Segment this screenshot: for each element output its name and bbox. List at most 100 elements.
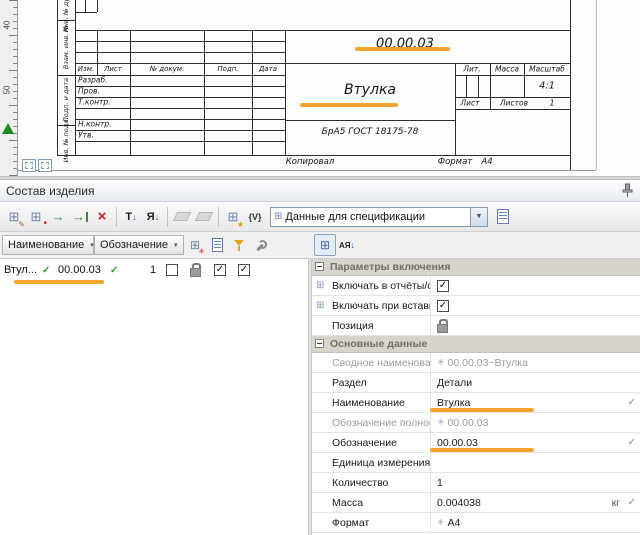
report-button[interactable]: ⊞ ★: [222, 206, 244, 228]
check-icon: ✓: [42, 265, 51, 276]
star-icon: ★: [236, 219, 244, 229]
prop-row-summary-name[interactable]: Сводное наименование ✳00.00.03~Втулка: [312, 353, 640, 373]
prop-value[interactable]: 1: [430, 473, 640, 492]
section-title: Основные данные: [330, 338, 428, 350]
minus-icon: [317, 266, 322, 267]
filter-button[interactable]: [228, 234, 250, 256]
document-lines-icon: [499, 212, 507, 220]
prop-row-include-reports[interactable]: ⊞ Включать в отчёты/с ✓: [312, 276, 640, 296]
prop-row-mass[interactable]: Масса 0.004038 кг ✓: [312, 493, 640, 513]
prop-value-text: 00.00.03: [447, 416, 489, 429]
categorized-view-button[interactable]: ⊞: [314, 234, 336, 256]
annotation-underline: [430, 408, 534, 412]
check-icon: ✓: [110, 265, 119, 276]
alphabetical-sort-button[interactable]: АЯ ↓: [336, 234, 358, 256]
column-header-name[interactable]: Наименование ▾: [2, 235, 94, 255]
frame-line: [75, 41, 285, 42]
role-tkontr: Т.контр.: [78, 97, 111, 107]
properties-grid[interactable]: Параметры включения ⊞ Включать в отчёты/…: [312, 259, 640, 535]
prop-row-name[interactable]: Наименование Втулка ✓: [312, 393, 640, 413]
prop-row-section[interactable]: Раздел Детали: [312, 373, 640, 393]
eraser-button[interactable]: [171, 206, 193, 228]
prop-value[interactable]: Детали: [430, 373, 640, 392]
section-title: Параметры включения: [330, 261, 451, 273]
layout-mode-button[interactable]: [22, 159, 36, 172]
transfer-object-button[interactable]: →: [69, 206, 91, 228]
check-icon: ✓: [627, 437, 636, 448]
prop-row-quantity[interactable]: Количество 1: [312, 473, 640, 493]
composition-list[interactable]: Втул... ✓ 00.00.03 ✓ 1 ✓ ✓: [0, 259, 308, 535]
prop-row-designation-full[interactable]: Обозначение полное ✳ 00.00.03: [312, 413, 640, 433]
check-icon: ✓: [239, 264, 249, 275]
checkbox-unchecked[interactable]: [166, 264, 178, 276]
prop-label: Наименование: [332, 396, 405, 409]
sort-down-button[interactable]: Я ↓: [142, 206, 164, 228]
titleblock-part-name[interactable]: Втулка: [344, 82, 396, 98]
settings-button[interactable]: [250, 234, 272, 256]
spec-data-combobox[interactable]: ⊞ Данные для спецификации ▼: [270, 206, 488, 227]
ruler-label: 50: [2, 85, 12, 95]
drawing-viewport[interactable]: 00.00.03 Втулка БрА5 ГОСТ 18175-78 4:1 И…: [0, 0, 640, 176]
footer-kopiroval: Копировал: [285, 157, 335, 167]
collapse-icon[interactable]: [315, 339, 324, 348]
prop-row-position[interactable]: Позиция: [312, 316, 640, 336]
sort-letter-icon: Т: [125, 210, 133, 223]
row-quantity: 1: [150, 264, 157, 276]
add-object-button[interactable]: ⊞ ✎: [3, 206, 25, 228]
check-icon: ✓: [215, 264, 225, 275]
props-section-main[interactable]: Основные данные: [312, 336, 640, 353]
copy-object-button[interactable]: →: [47, 206, 69, 228]
hdr-lit: Лит.: [463, 64, 481, 74]
pin-icon[interactable]: [620, 183, 634, 199]
row-designation: 00.00.03: [58, 264, 101, 276]
annotation-underline: [14, 280, 104, 284]
props-section-inclusion[interactable]: Параметры включения: [312, 259, 640, 276]
prop-row-unit[interactable]: Единица измерения: [312, 453, 640, 473]
layout-mode-button[interactable]: [38, 159, 52, 172]
prop-label: Масса: [332, 496, 364, 509]
column-header-designation[interactable]: Обозначение ▾: [94, 235, 184, 255]
frame-line: [85, 0, 86, 12]
default-snowflake-icon: ✳: [437, 517, 445, 527]
titleblock-material[interactable]: БрА5 ГОСТ 18175-78: [322, 127, 419, 137]
frame-line: [75, 86, 285, 87]
chevron-down-icon[interactable]: ▼: [470, 207, 487, 226]
grid-icon: ⊞: [274, 211, 283, 222]
delete-object-button[interactable]: ×: [91, 206, 113, 228]
prop-row-include-insert[interactable]: ⊞ Включать при вставк ✓: [312, 296, 640, 316]
prop-value[interactable]: [430, 453, 640, 472]
lbl-list: Лист: [460, 98, 480, 108]
document-button[interactable]: [206, 234, 228, 256]
prop-row-designation[interactable]: Обозначение 00.00.03 ✓: [312, 433, 640, 453]
frame-line: [75, 141, 285, 142]
default-snowflake-icon: ✳: [437, 357, 445, 367]
prop-value[interactable]: ✓: [430, 276, 640, 295]
frame-line: [204, 30, 205, 155]
filter-icon: [234, 239, 244, 251]
prop-value[interactable]: [430, 316, 640, 335]
bar-icon: [86, 211, 88, 222]
arrow-bar-icon: →: [72, 209, 85, 224]
prop-label: Обозначение: [332, 436, 397, 449]
collapse-icon[interactable]: [315, 262, 324, 271]
grid-icon: ⊞: [30, 209, 42, 224]
layout-icon: [25, 162, 33, 169]
sort-up-button[interactable]: Т ↓: [120, 206, 142, 228]
prop-value[interactable]: ✳ А4: [430, 513, 640, 532]
prop-value[interactable]: 0.004038: [430, 493, 640, 512]
prop-row-format[interactable]: Формат ✳ А4: [312, 513, 640, 533]
column-header-label: Обозначение: [100, 239, 169, 251]
frame-line: [466, 75, 467, 97]
role-nkontr: Н.контр.: [78, 119, 112, 129]
variables-button[interactable]: {V}: [244, 206, 266, 228]
spec-settings-button[interactable]: [492, 206, 514, 228]
checkbox-checked[interactable]: ✓: [437, 299, 449, 312]
checkbox-checked[interactable]: ✓: [214, 264, 226, 276]
checkbox-checked[interactable]: ✓: [437, 279, 449, 292]
checkbox-checked[interactable]: ✓: [238, 264, 250, 276]
prop-value[interactable]: ✓: [430, 296, 640, 315]
eraser-all-button[interactable]: [193, 206, 215, 228]
list-row[interactable]: Втул... ✓ 00.00.03 ✓ 1 ✓ ✓: [0, 259, 308, 279]
columns-button[interactable]: ⊞ ✳: [184, 234, 206, 256]
edit-object-button[interactable]: ⊞ •: [25, 206, 47, 228]
